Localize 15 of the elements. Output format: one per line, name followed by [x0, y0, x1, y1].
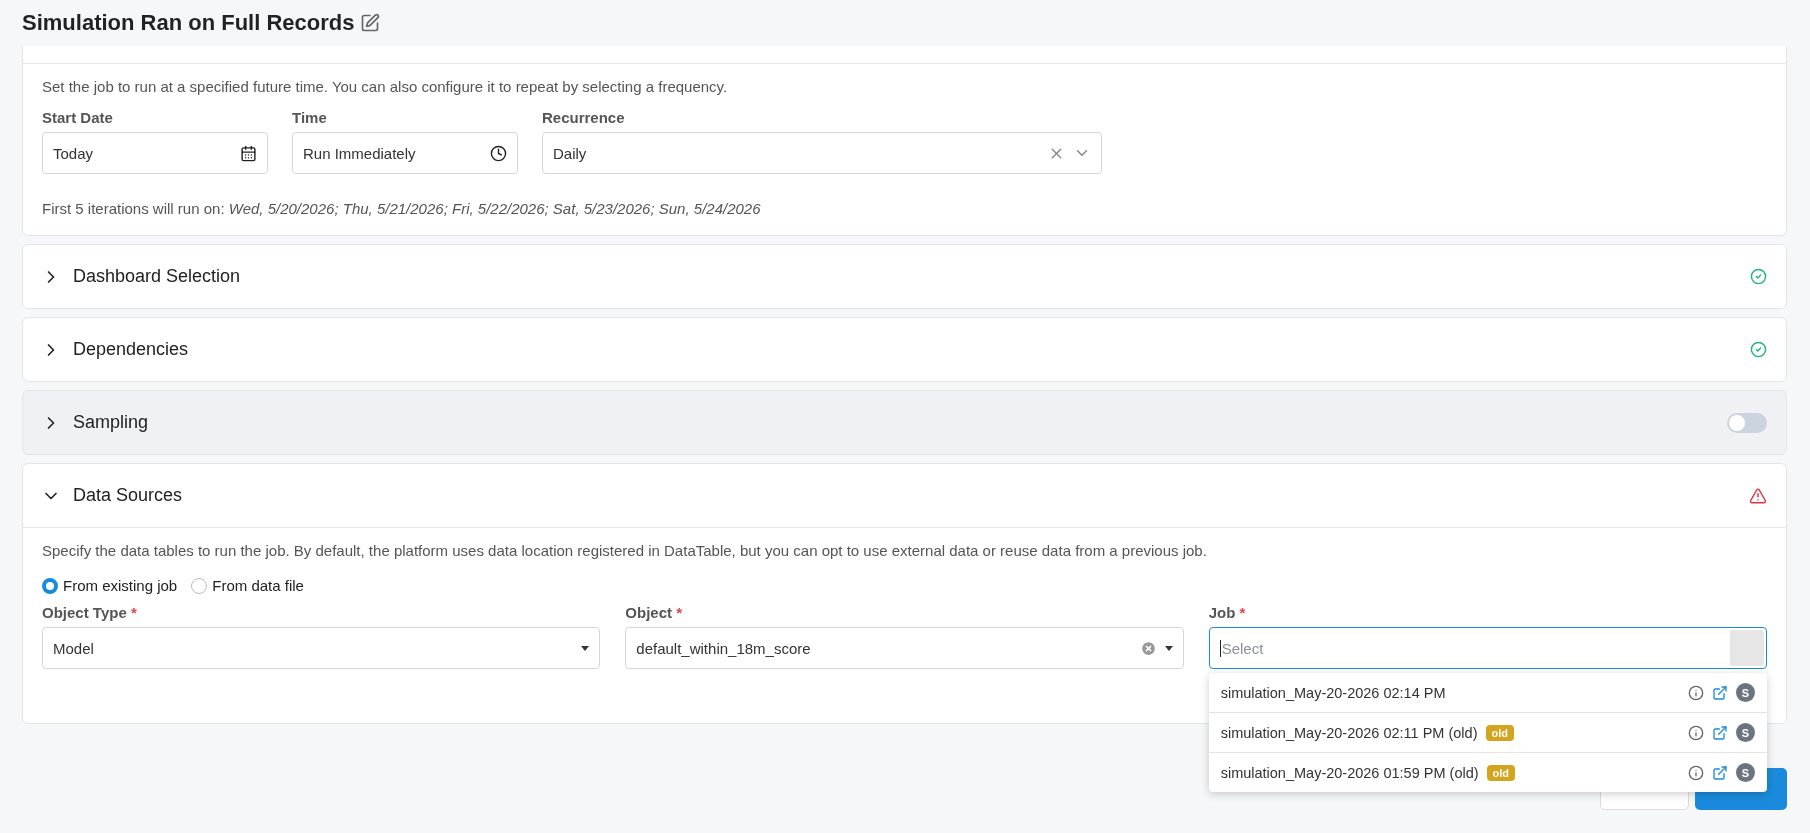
field-label: Recurrence: [542, 109, 626, 126]
data-sources-description: Specify the data tables to run the job. By default, the platform uses data location registered in DataTable, but you can opt to use external data or reuse data from a previous job.: [42, 542, 1208, 559]
schedule-description: Set the job to run at a specified future time. You can also configure it to repeat by selecting a frequency.: [42, 78, 729, 95]
status-badge: old: [1485, 724, 1514, 741]
field-label: Start Date: [42, 109, 114, 126]
avatar: S: [1736, 723, 1755, 742]
page-title: Simulation Ran on Full Records: [22, 10, 355, 36]
field-label: Time: [292, 109, 328, 126]
status-badge: old: [1486, 764, 1516, 781]
field-label: Job *: [1208, 604, 1247, 621]
field-label: Object *: [625, 604, 684, 621]
avatar: S: [1736, 683, 1755, 702]
avatar: S: [1736, 763, 1755, 782]
field-label: Object Type *: [42, 604, 138, 621]
iterations-note: First 5 iterations will run on: Wed, 5/20/2026; Thu, 5/21/2026; Fri, 5/22/2026; Sat, 5/23/2026; Sun, 5/24/2026: [42, 200, 762, 217]
